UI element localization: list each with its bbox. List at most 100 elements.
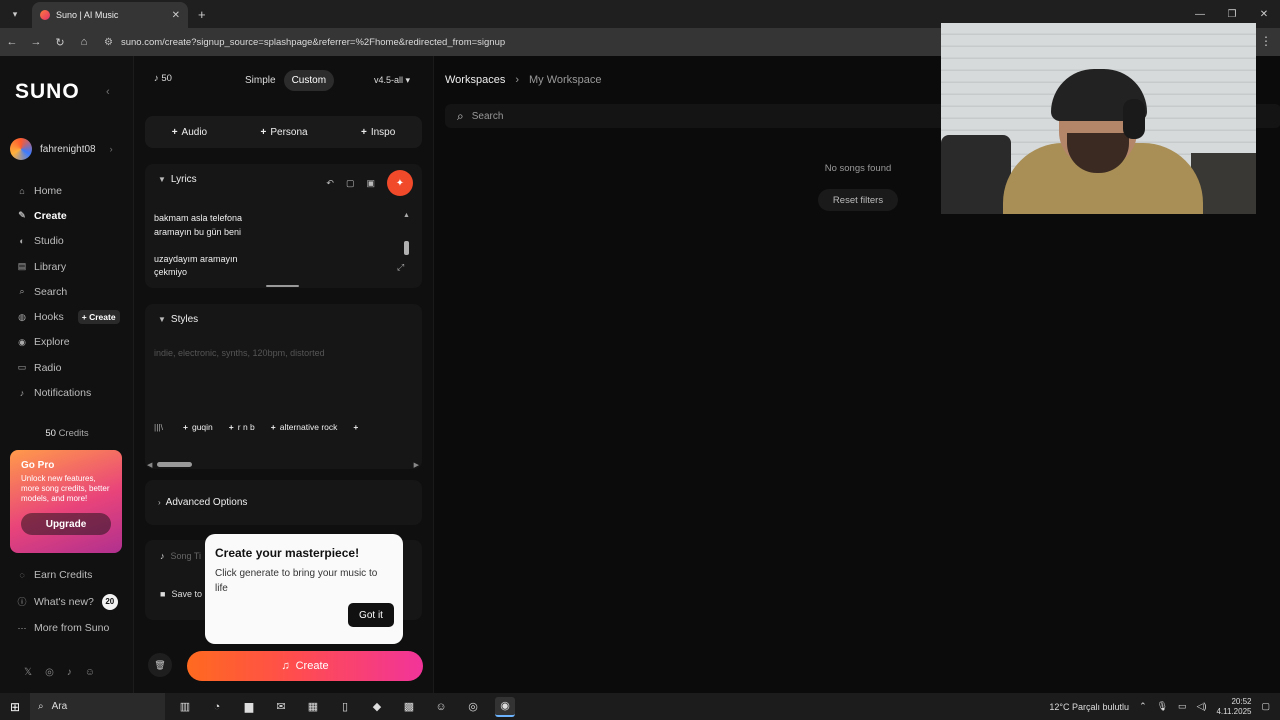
add-persona-button[interactable]: + Persona	[261, 127, 308, 138]
create-button[interactable]: ♫ Create	[187, 651, 423, 681]
site-info-icon[interactable]: ⚙	[104, 37, 113, 48]
undo-icon[interactable]: ↶	[326, 178, 334, 189]
tiktok-icon[interactable]: ♪	[67, 667, 72, 678]
taskbar-search[interactable]: ⌕ Ara	[30, 693, 165, 720]
discord-app-icon[interactable]: ☺	[431, 697, 451, 717]
advanced-options-card[interactable]: › Advanced Options	[145, 480, 422, 525]
brave-icon[interactable]: ◆	[367, 697, 387, 717]
tab-search-icon[interactable]: ▾	[4, 4, 26, 24]
task-view-icon[interactable]: ▥	[175, 697, 195, 717]
mode-simple[interactable]: Simple	[237, 70, 284, 91]
style-chip[interactable]: + r n b	[229, 422, 255, 432]
discord-icon[interactable]: ☺	[85, 667, 95, 678]
close-tab-icon[interactable]: ✕	[172, 10, 180, 21]
close-window-icon[interactable]: ✕	[1248, 9, 1280, 20]
sidebar-item-search[interactable]: ⌕ Search	[0, 279, 134, 304]
sidebar-item-library[interactable]: ▤ Library	[0, 254, 134, 279]
tray-chevron-icon[interactable]: ⌃	[1139, 701, 1147, 712]
save-to-selector[interactable]: ■ Save to	[160, 589, 202, 599]
suno-logo[interactable]: SUNO	[15, 80, 80, 104]
address-bar[interactable]: ⚙ suno.com/create?signup_source=splashpa…	[104, 37, 505, 48]
advanced-options-toggle[interactable]: › Advanced Options	[158, 497, 247, 508]
notifications-icon[interactable]: ▢	[1261, 701, 1270, 712]
sidebar-item-create[interactable]: ✎ Create	[0, 203, 134, 228]
sidebar-item-earn-credits[interactable]: ◌ Earn Credits	[0, 562, 134, 589]
reset-filters-button[interactable]: Reset filters	[818, 189, 898, 211]
add-audio-button[interactable]: + Audio	[172, 127, 207, 138]
song-title-field[interactable]: ♪ Song Ti	[160, 551, 201, 561]
search-placeholder: Search	[471, 110, 504, 122]
collapse-sidebar-icon[interactable]: ‹	[106, 86, 110, 98]
notepad-icon[interactable]: ▯	[335, 697, 355, 717]
sidebar-item-radio[interactable]: ▭ Radio	[0, 355, 134, 380]
x-icon[interactable]: 𝕏	[24, 667, 32, 678]
sidebar-item-explore[interactable]: ◉ Explore	[0, 330, 134, 355]
sidebar-item-label: Studio	[34, 235, 64, 248]
back-icon[interactable]: ←	[0, 36, 24, 48]
sidebar-item-label: Library	[34, 260, 67, 273]
obs-icon[interactable]: ◎	[463, 697, 483, 717]
style-chip[interactable]: + guqin	[183, 422, 213, 432]
microphone-icon[interactable]: 🎙	[1157, 701, 1168, 712]
resize-handle[interactable]	[266, 285, 299, 287]
sidebar-item-notifications[interactable]: ♪ Notifications	[0, 380, 134, 405]
chips-scroll-thumb[interactable]	[157, 462, 192, 467]
delete-icon[interactable]: ▣	[366, 178, 375, 189]
scroll-up-icon[interactable]: ▲	[403, 212, 410, 219]
browser-menu-icon[interactable]: ⋮	[1260, 34, 1272, 48]
network-icon[interactable]: ▭	[1178, 701, 1187, 712]
breadcrumb-workspaces[interactable]: Workspaces	[445, 74, 505, 86]
popover-title: Create your masterpiece!	[215, 546, 360, 560]
more-chip-icon[interactable]: +	[353, 422, 362, 432]
chrome-icon[interactable]: ◉	[495, 696, 515, 717]
chevron-right-icon: ›	[515, 74, 519, 86]
instagram-icon[interactable]: ◎	[45, 667, 54, 678]
windows-start-icon[interactable]: ⊞	[0, 700, 30, 714]
store-icon[interactable]: ▦	[303, 697, 323, 717]
hooks-create-pill[interactable]: + Create	[77, 310, 120, 325]
scroll-right-icon[interactable]: ▶	[414, 461, 419, 469]
bars-icon[interactable]: |||\	[154, 422, 163, 432]
styles-input[interactable]: indie, electronic, synths, 120bpm, disto…	[154, 348, 325, 358]
sidebar-item-home[interactable]: ⌂ Home	[0, 178, 134, 203]
clear-form-icon[interactable]: 🗑	[148, 653, 172, 677]
tab-title: Suno | AI Music	[56, 10, 119, 20]
winrar-icon[interactable]: ▩	[399, 697, 419, 717]
reload-icon[interactable]: ↻	[48, 36, 72, 49]
sidebar-bottom-nav: ◌ Earn Credits ⓘ What's new? 20 ⋯ More from …	[0, 562, 134, 642]
upgrade-button[interactable]: Upgrade	[21, 513, 111, 535]
expand-icon[interactable]: ⤢	[397, 262, 404, 273]
edge-icon[interactable]: ◔	[207, 697, 227, 717]
user-menu[interactable]: fahrenight08 ›	[10, 138, 113, 160]
create-button-label: Create	[295, 660, 329, 672]
restore-icon[interactable]: ❐	[1216, 9, 1248, 20]
outlook-icon[interactable]: ✉	[271, 697, 291, 717]
sidebar-item-hooks[interactable]: ◍ Hooks + Create	[0, 304, 134, 329]
scroll-left-icon[interactable]: ◀	[147, 461, 152, 469]
chips-scrollbar[interactable]: ◀ ▶	[147, 461, 419, 469]
mode-custom[interactable]: Custom	[283, 69, 335, 91]
style-chip[interactable]: + alternative rock	[271, 422, 338, 432]
minimize-icon[interactable]: —	[1184, 9, 1216, 20]
forward-icon[interactable]: →	[24, 36, 48, 48]
got-it-button[interactable]: Got it	[348, 603, 394, 627]
copy-icon[interactable]: ▢	[346, 178, 355, 189]
search-icon: ⌕	[457, 108, 464, 123]
sidebar-item-more-from-suno[interactable]: ⋯ More from Suno	[0, 615, 134, 642]
magic-wand-icon[interactable]: ✦	[387, 170, 413, 196]
home-browser-icon[interactable]: ⌂	[72, 36, 96, 48]
add-inspo-button[interactable]: + Inspo	[361, 127, 395, 138]
sidebar-item-whats-new[interactable]: ⓘ What's new? 20	[0, 589, 134, 616]
browser-tab[interactable]: Suno | AI Music ✕	[32, 2, 188, 28]
volume-icon[interactable]: ◁)	[1197, 701, 1207, 712]
sidebar-item-studio[interactable]: ◐ Studio	[0, 229, 134, 254]
file-explorer-icon[interactable]: ▆	[239, 697, 259, 717]
taskbar-clock[interactable]: 20:52 4.11.2025	[1216, 697, 1251, 717]
model-selector[interactable]: v4.5-all ▾	[364, 68, 420, 92]
lyrics-input[interactable]: bakmam asla telefona aramayın bu gün ben…	[154, 212, 242, 280]
lyrics-scrollbar[interactable]	[404, 241, 409, 255]
new-tab-icon[interactable]: +	[198, 7, 206, 22]
lyrics-toggle[interactable]: ▼ Lyrics	[158, 174, 197, 185]
weather-widget[interactable]: 12°C Parçalı bulutlu	[1049, 702, 1129, 712]
styles-toggle[interactable]: ▼ Styles	[158, 314, 198, 325]
